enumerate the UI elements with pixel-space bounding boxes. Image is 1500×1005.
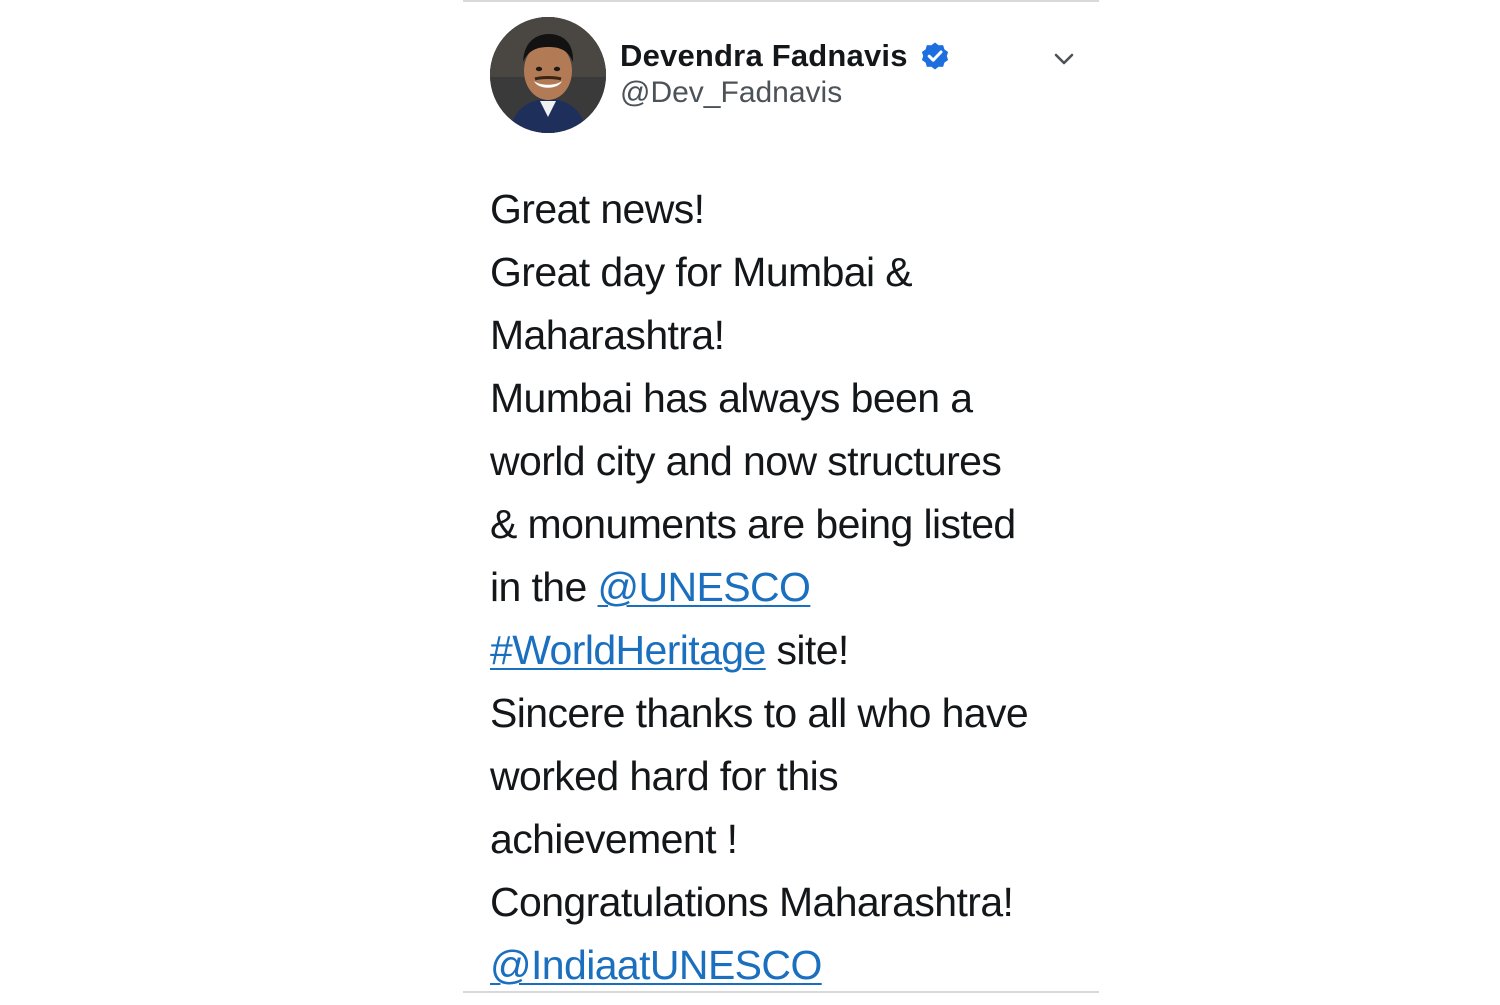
tweet-line-text: & monuments are being listed xyxy=(490,501,1016,547)
tweet-line: & monuments are being listed xyxy=(490,493,1090,556)
tweet-line: Sincere thanks to all who have xyxy=(490,682,1090,745)
avatar-photo xyxy=(490,17,606,133)
verified-badge-icon xyxy=(921,42,948,70)
tweet-line-text: site! xyxy=(765,627,849,673)
tweet-line-text: worked hard for this xyxy=(490,753,839,799)
tweet-line: Congratulations Maharashtra! xyxy=(490,871,1090,934)
tweet-line: Great news! xyxy=(490,178,1090,241)
chevron-down-icon[interactable] xyxy=(1051,46,1077,72)
tweet-line: achievement ! xyxy=(490,808,1090,871)
tweet-line-text: Sincere thanks to all who have xyxy=(490,690,1029,736)
tweet-line: worked hard for this xyxy=(490,745,1090,808)
card-divider xyxy=(463,991,1099,993)
tweet-line-text: Great day for Mumbai & xyxy=(490,249,913,295)
mention-link-indiaatunesco[interactable]: @IndiaatUNESCO xyxy=(490,942,822,988)
tweet-line-text: Mumbai has always been a xyxy=(490,375,973,421)
tweet-line: @IndiaatUNESCO xyxy=(490,934,1090,997)
hashtag-link-worldheritage[interactable]: #WorldHeritage xyxy=(490,627,766,673)
display-name[interactable]: Devendra Fadnavis xyxy=(620,38,908,74)
tweet-line: #WorldHeritage site! xyxy=(490,619,1090,682)
tweet-line-text: Great news! xyxy=(490,186,705,232)
tweet-line: in the @UNESCO xyxy=(490,556,1090,619)
tweet-card: Devendra Fadnavis @Dev_Fadnavis Great ne… xyxy=(463,0,1099,1005)
tweet-body: Great news! Great day for Mumbai & Mahar… xyxy=(490,178,1090,997)
tweet-line: Mumbai has always been a xyxy=(490,367,1090,430)
mention-link-unesco[interactable]: @UNESCO xyxy=(598,564,811,610)
author-handle[interactable]: @Dev_Fadnavis xyxy=(620,76,842,110)
avatar[interactable] xyxy=(490,17,606,133)
tweet-line-text: achievement ! xyxy=(490,816,738,862)
tweet-line-text: world city and now structures xyxy=(490,438,1002,484)
tweet-line: world city and now structures xyxy=(490,430,1090,493)
tweet-line: Maharashtra! xyxy=(490,304,1090,367)
tweet-line-text: Congratulations Maharashtra! xyxy=(490,879,1014,925)
author-name-row[interactable]: Devendra Fadnavis xyxy=(620,34,950,78)
tweet-line-text: in the xyxy=(490,564,598,610)
tweet-line-text: Maharashtra! xyxy=(490,312,725,358)
tweet-line: Great day for Mumbai & xyxy=(490,241,1090,304)
